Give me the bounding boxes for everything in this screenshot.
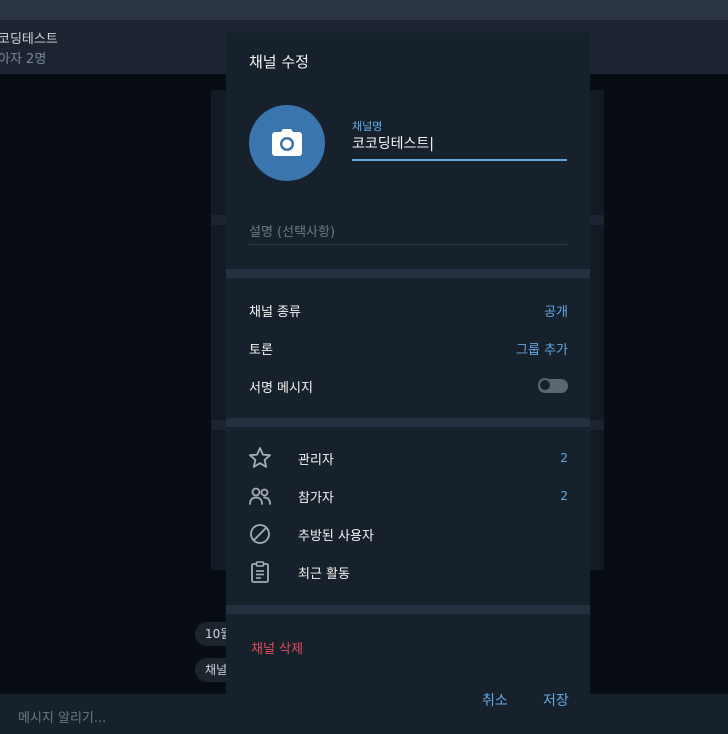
description-input[interactable]: 설명 (선택사항)	[249, 221, 335, 240]
clipboard-icon	[251, 561, 269, 583]
channel-name-underline	[352, 159, 567, 161]
channel-type-value[interactable]: 공개	[544, 301, 568, 320]
chat-title: 코딩테스트	[0, 32, 58, 47]
channel-name-label: 채널명	[352, 120, 383, 133]
nav-recent-actions-label: 최근 활동	[298, 567, 350, 582]
dialog-title: 채널 수정	[249, 53, 309, 71]
nav-banned[interactable]: 추방된 사용자	[226, 515, 590, 553]
block-icon	[250, 524, 270, 544]
save-button[interactable]: 저장	[543, 690, 569, 710]
channel-type-label: 채널 종류	[249, 305, 301, 320]
channel-avatar-upload[interactable]	[249, 105, 325, 181]
nav-members-label: 참가자	[298, 491, 334, 506]
discussion-row[interactable]: 토론 그룹 추가	[226, 329, 590, 367]
channel-name-input[interactable]: 코코딩테스트|	[352, 133, 434, 153]
delete-channel-button[interactable]: 채널 삭제	[251, 638, 303, 657]
section-divider	[226, 269, 590, 278]
window-top-bar	[0, 0, 728, 20]
edit-channel-dialog: 채널 수정 채널명 코코딩테스트| 설명 (선택사항) 채널 종류 공개 토론 …	[226, 33, 590, 726]
signature-toggle[interactable]	[538, 378, 568, 393]
section-divider	[226, 418, 590, 427]
nav-members[interactable]: 참가자 2	[226, 477, 590, 515]
discussion-value[interactable]: 그룹 추가	[516, 339, 568, 358]
users-icon	[249, 487, 271, 505]
nav-admins-count: 2	[560, 451, 568, 465]
nav-recent-actions[interactable]: 최근 활동	[226, 553, 590, 591]
signature-row[interactable]: 서명 메시지	[226, 367, 590, 405]
signature-label: 서명 메시지	[249, 381, 313, 396]
nav-banned-label: 추방된 사용자	[298, 529, 374, 544]
star-icon	[249, 447, 271, 468]
nav-members-count: 2	[560, 489, 568, 503]
discussion-label: 토론	[249, 343, 273, 358]
cancel-button[interactable]: 취소	[482, 690, 508, 710]
toggle-knob	[538, 378, 552, 392]
section-divider	[226, 605, 590, 614]
camera-icon	[272, 129, 302, 156]
nav-admins[interactable]: 관리자 2	[226, 439, 590, 477]
chat-subtitle: 아자 2명	[0, 52, 47, 67]
channel-type-row[interactable]: 채널 종류 공개	[226, 291, 590, 329]
nav-admins-label: 관리자	[298, 453, 334, 468]
description-underline	[249, 244, 567, 245]
message-input[interactable]: 메시지 알리기...	[18, 707, 106, 726]
